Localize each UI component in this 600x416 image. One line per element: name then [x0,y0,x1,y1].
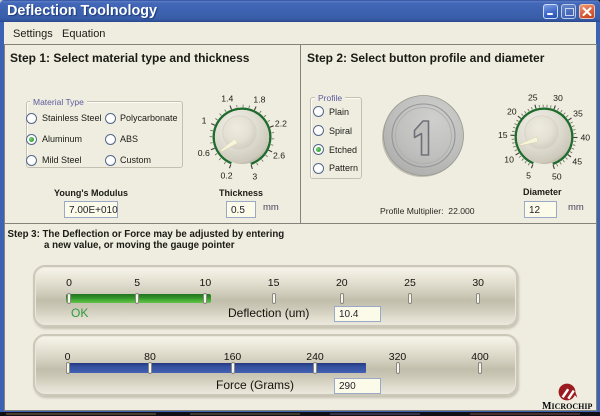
svg-text:50: 50 [552,171,562,181]
svg-text:5: 5 [526,170,531,180]
svg-text:30: 30 [553,93,563,103]
svg-text:10: 10 [504,154,514,164]
svg-text:45: 45 [572,157,582,167]
svg-text:15: 15 [498,130,508,140]
svg-text:1: 1 [202,116,207,126]
svg-text:35: 35 [573,109,583,119]
svg-text:3: 3 [252,171,257,181]
svg-text:25: 25 [528,92,538,102]
svg-text:40: 40 [580,133,590,143]
svg-text:1.4: 1.4 [221,94,233,104]
svg-text:2.2: 2.2 [275,118,287,128]
svg-text:0.2: 0.2 [220,170,232,180]
svg-text:1.8: 1.8 [253,95,265,105]
svg-text:2.6: 2.6 [273,150,285,160]
svg-text:20: 20 [507,106,517,116]
svg-text:0.6: 0.6 [198,148,210,158]
